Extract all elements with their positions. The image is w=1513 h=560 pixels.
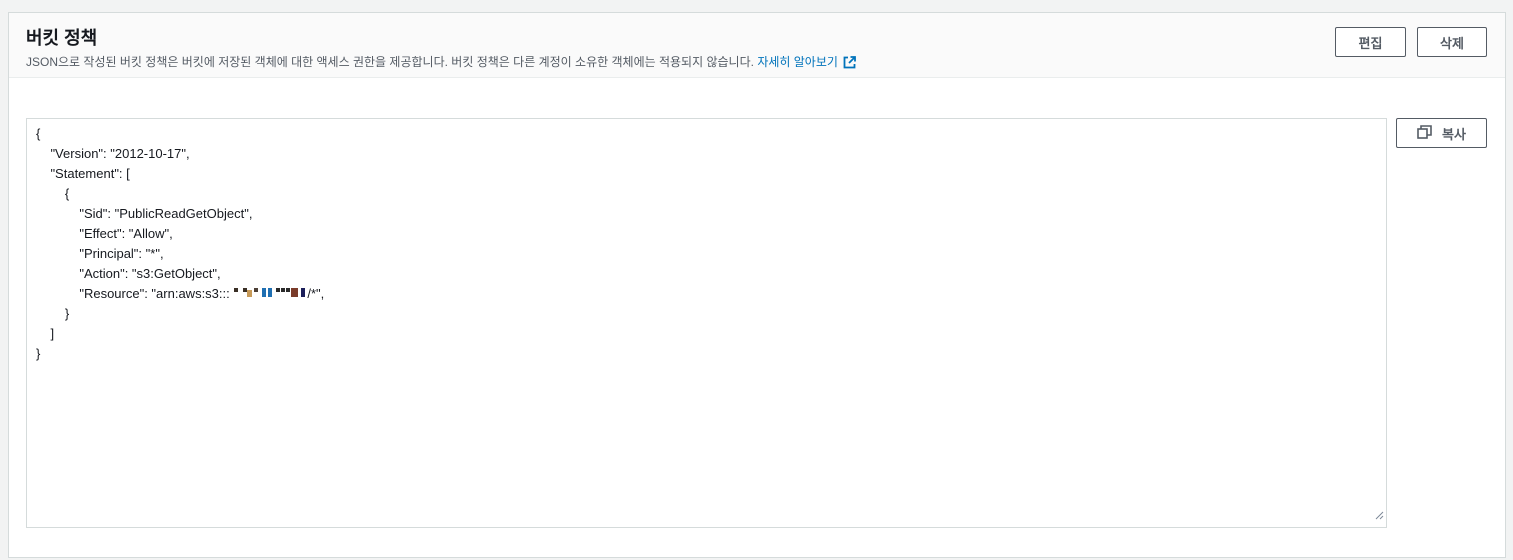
policy-line-resource: "Resource": "arn:aws:s3::: /*", bbox=[36, 284, 1377, 304]
policy-line: "Sid": "PublicReadGetObject", bbox=[36, 206, 253, 221]
policy-line: "Principal": "*", bbox=[36, 246, 164, 261]
panel-header: 버킷 정책 JSON으로 작성된 버킷 정책은 버킷에 저장된 객체에 대한 액… bbox=[9, 13, 1505, 78]
policy-editor[interactable]: { "Version": "2012-10-17", "Statement": … bbox=[26, 118, 1387, 528]
panel-description: JSON으로 작성된 버킷 정책은 버킷에 저장된 객체에 대한 액세스 권한을… bbox=[26, 53, 856, 72]
policy-line: "Version": "2012-10-17", bbox=[36, 146, 190, 161]
description-text: JSON으로 작성된 버킷 정책은 버킷에 저장된 객체에 대한 액세스 권한을… bbox=[26, 55, 754, 69]
copy-icon bbox=[1417, 124, 1442, 142]
panel-title: 버킷 정책 bbox=[26, 28, 98, 48]
resource-prefix: "Resource": "arn:aws:s3::: bbox=[36, 286, 234, 301]
redacted-bucket-name bbox=[233, 285, 307, 305]
policy-line: "Statement": [ bbox=[36, 166, 130, 181]
resource-suffix: /*", bbox=[307, 286, 325, 301]
policy-json: { "Version": "2012-10-17", "Statement": … bbox=[27, 119, 1386, 369]
policy-line: } bbox=[36, 306, 70, 321]
policy-line: ] bbox=[36, 326, 55, 341]
policy-line: "Effect": "Allow", bbox=[36, 226, 173, 241]
policy-line: { bbox=[36, 186, 70, 201]
copy-label: 복사 bbox=[1442, 126, 1466, 142]
bucket-policy-panel: 버킷 정책 JSON으로 작성된 버킷 정책은 버킷에 저장된 객체에 대한 액… bbox=[8, 12, 1506, 558]
resize-handle[interactable] bbox=[1374, 507, 1384, 525]
delete-button[interactable]: 삭제 bbox=[1417, 27, 1487, 57]
learn-more-label: 자세히 알아보기 bbox=[757, 55, 838, 69]
copy-button[interactable]: 복사 bbox=[1396, 118, 1487, 148]
policy-line: "Action": "s3:GetObject", bbox=[36, 266, 221, 281]
policy-line: { bbox=[36, 126, 41, 141]
learn-more-link[interactable]: 자세히 알아보기 bbox=[757, 55, 856, 69]
edit-button[interactable]: 편집 bbox=[1335, 27, 1406, 57]
policy-line: } bbox=[36, 346, 41, 361]
external-link-icon bbox=[843, 56, 856, 72]
